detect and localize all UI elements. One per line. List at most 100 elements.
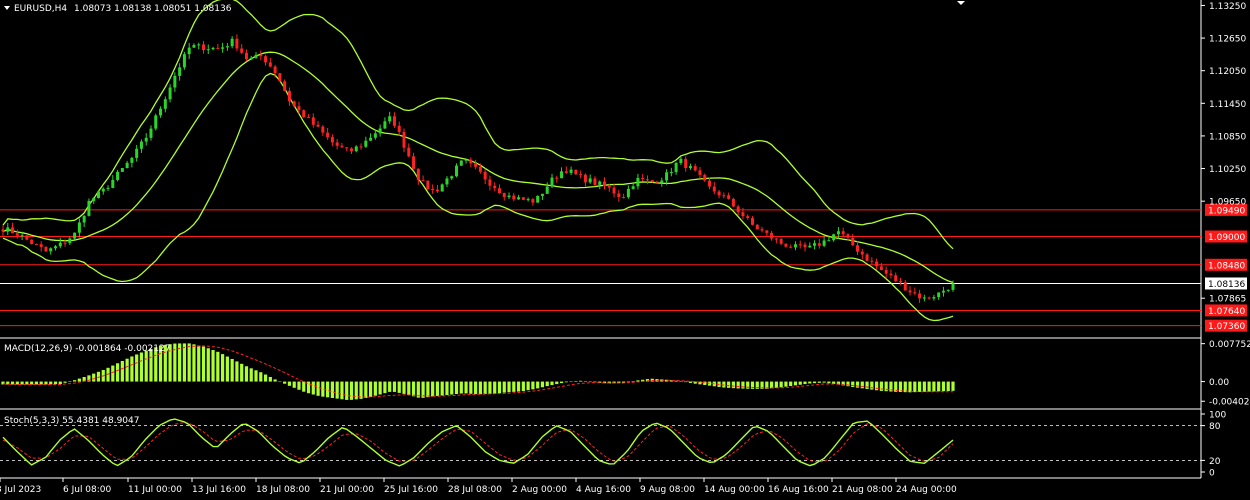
macd-bar	[230, 358, 234, 382]
candle	[335, 138, 339, 150]
candle	[435, 184, 439, 193]
candle-body	[593, 178, 597, 185]
candle	[316, 121, 320, 128]
candle-body	[283, 81, 287, 91]
macd-bar	[707, 381, 712, 386]
candle-body	[345, 147, 349, 149]
candle-body	[588, 178, 592, 183]
shift-marker-icon[interactable]	[957, 1, 965, 5]
macd-bar	[731, 381, 736, 389]
candle	[860, 248, 864, 260]
candle	[731, 197, 735, 208]
candle-body	[101, 188, 105, 192]
stoch-tick-label: 100	[1209, 411, 1226, 421]
macd-bar	[536, 381, 540, 389]
trading-chart[interactable]: 1.09490 1.09000 1.08480 1.07640 1.07360 1.081…	[0, 0, 1250, 500]
time-tick-label: 24 Aug 00:00	[896, 485, 957, 495]
candle	[512, 192, 516, 202]
candle	[354, 145, 358, 153]
candle	[378, 124, 382, 137]
candle-body	[927, 297, 931, 299]
macd-bar	[769, 381, 774, 389]
macd-bar	[550, 381, 554, 386]
menu-triangle-icon[interactable]	[4, 6, 10, 10]
macd-bar	[411, 381, 416, 397]
candle	[669, 167, 673, 177]
candle-body	[1, 229, 5, 232]
candle-body	[875, 261, 879, 267]
macd-bar	[908, 381, 912, 393]
macd-bar	[115, 363, 120, 382]
macd-bar	[187, 343, 191, 382]
time-tick-label: 18 Jul 08:00	[256, 485, 310, 495]
candle-body	[555, 177, 559, 179]
macd-bar	[58, 381, 62, 385]
macd-bar	[216, 351, 220, 382]
candle-body	[254, 54, 258, 58]
candle-body	[941, 290, 945, 293]
candle-body	[120, 167, 124, 172]
candle	[68, 236, 72, 245]
candle	[712, 181, 716, 195]
candle-body	[249, 57, 253, 60]
candle	[531, 198, 535, 206]
macd-bar	[63, 381, 67, 383]
candle-body	[359, 146, 363, 148]
macd-bar	[73, 380, 77, 382]
candle	[545, 182, 549, 195]
macd-bar	[779, 381, 783, 388]
candle	[235, 34, 239, 52]
candle-body	[712, 186, 716, 192]
macd-bar	[431, 381, 435, 397]
candle	[77, 218, 81, 238]
candle	[206, 44, 210, 54]
candle-body	[273, 66, 277, 74]
candle-body	[206, 49, 210, 51]
macd-bar	[932, 381, 936, 392]
macd-bar	[135, 354, 139, 382]
candle	[182, 52, 186, 70]
candle	[225, 43, 229, 51]
macd-bar	[531, 381, 535, 390]
candle-body	[583, 174, 587, 183]
candle	[569, 166, 573, 175]
macd-bar	[784, 381, 788, 387]
macd-bar	[941, 381, 946, 392]
candle	[588, 174, 592, 184]
candle-body	[15, 233, 19, 236]
candle-body	[574, 169, 578, 175]
candle	[49, 247, 53, 255]
macd-bar	[49, 381, 53, 385]
macd-bar	[249, 368, 253, 382]
macd-bar	[201, 346, 206, 382]
macd-bar	[817, 381, 821, 383]
time-tick-label: 13 Jul 16:00	[192, 485, 246, 495]
macd-bar	[789, 381, 793, 387]
candle-body	[603, 181, 607, 186]
candle	[11, 222, 15, 234]
time-tick-label: 14 Aug 00:00	[704, 485, 765, 495]
candle	[1, 225, 5, 237]
candle	[197, 42, 201, 50]
candle	[717, 189, 721, 199]
candle-body	[82, 215, 86, 223]
candle	[187, 42, 191, 59]
macd-bar	[574, 380, 578, 382]
candle-body	[450, 176, 454, 179]
candle-body	[197, 44, 201, 46]
candle-body	[349, 148, 353, 152]
candle	[192, 43, 196, 49]
candle-body	[302, 110, 306, 118]
candle	[178, 63, 182, 81]
candle-body	[750, 218, 754, 225]
macd-bar	[583, 381, 588, 382]
candle	[278, 73, 282, 82]
candle-body	[669, 172, 673, 174]
macd-bar	[383, 381, 387, 394]
candle-body	[130, 157, 134, 163]
macd-bar	[373, 381, 377, 396]
candle	[321, 124, 325, 137]
macd-bar	[77, 378, 81, 382]
candle	[889, 269, 893, 279]
candle-body	[483, 171, 487, 180]
